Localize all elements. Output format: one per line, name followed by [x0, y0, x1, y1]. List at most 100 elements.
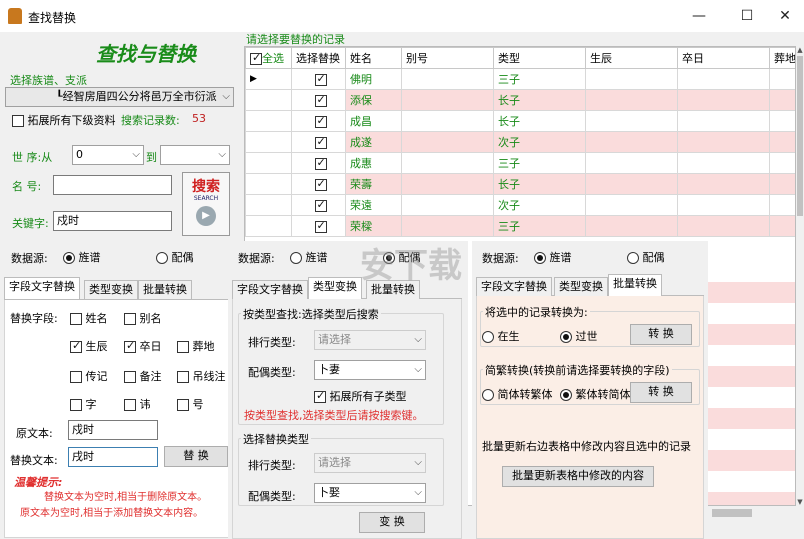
col-header[interactable]: 葬地	[769, 47, 795, 69]
alias-cell[interactable]	[401, 215, 494, 237]
field-hao-checkbox[interactable]: 号	[177, 396, 204, 412]
tab-type-convert[interactable]: 类型变换	[308, 277, 362, 299]
replace-text-input[interactable]: 戌时	[68, 447, 158, 467]
field-note-checkbox[interactable]: 备注	[124, 368, 162, 384]
name-cell[interactable]: 成昌	[345, 110, 402, 132]
select-cell[interactable]	[291, 131, 346, 153]
death-cell[interactable]	[677, 68, 770, 90]
horizontal-scrollbar[interactable]	[708, 506, 804, 520]
radio-dot[interactable]	[482, 331, 494, 343]
select-all-checkbox[interactable]	[250, 51, 262, 65]
type-cell[interactable]: 长子	[493, 89, 586, 111]
radio-dot[interactable]	[627, 252, 639, 264]
row-checkbox[interactable]	[314, 72, 327, 86]
replace-button[interactable]: 替 换	[164, 446, 228, 467]
death-cell[interactable]	[677, 110, 770, 132]
alias-cell[interactable]	[401, 194, 494, 216]
type-cell[interactable]: 三子	[493, 215, 586, 237]
birth-cell[interactable]	[585, 173, 678, 195]
checkbox-box[interactable]	[124, 339, 136, 353]
row-checkbox[interactable]	[314, 93, 327, 107]
burial-cell[interactable]	[769, 68, 795, 90]
select-cell[interactable]	[291, 215, 346, 237]
birth-cell[interactable]	[585, 215, 678, 237]
name-cell[interactable]: 添保	[345, 89, 402, 111]
col-header[interactable]: 选择替换	[291, 47, 346, 69]
radio-dot[interactable]	[290, 252, 302, 264]
burial-cell[interactable]	[769, 173, 795, 195]
radio-dot[interactable]	[63, 252, 75, 264]
name-cell[interactable]: 成惠	[345, 152, 402, 174]
rank-type-select[interactable]: 请选择 ⌵	[314, 330, 426, 350]
convert-simp-trad-button[interactable]: 转 换	[630, 382, 692, 403]
checkbox-box[interactable]	[124, 399, 136, 411]
select-cell[interactable]	[291, 89, 346, 111]
col-header[interactable]: 姓名	[345, 47, 402, 69]
type-cell[interactable]: 次子	[493, 194, 586, 216]
col-header[interactable]: 类型	[493, 47, 586, 69]
radio-dot[interactable]	[560, 389, 572, 401]
passed-radio[interactable]: 过世	[560, 328, 598, 344]
type-cell[interactable]: 三子	[493, 152, 586, 174]
death-cell[interactable]	[677, 152, 770, 174]
alias-cell[interactable]	[401, 152, 494, 174]
birth-cell[interactable]	[585, 131, 678, 153]
table-row[interactable]: 添保 长子	[245, 89, 795, 111]
name-cell[interactable]: 荣壽	[345, 173, 402, 195]
checkbox-box[interactable]	[177, 341, 189, 353]
radio-dot[interactable]	[482, 389, 494, 401]
radio-dot[interactable]	[534, 252, 546, 264]
death-cell[interactable]	[677, 131, 770, 153]
death-cell[interactable]	[677, 173, 770, 195]
convert-type-button[interactable]: 变 换	[359, 512, 425, 533]
select-cell[interactable]	[291, 194, 346, 216]
checkbox-box[interactable]	[70, 313, 82, 325]
death-cell[interactable]	[677, 194, 770, 216]
h-scroll-thumb[interactable]	[712, 509, 752, 517]
name-cell[interactable]: 荣樑	[345, 215, 402, 237]
scroll-down-icon[interactable]: ▼	[796, 498, 804, 506]
select-cell[interactable]	[291, 173, 346, 195]
alias-cell[interactable]	[401, 173, 494, 195]
field-zi-checkbox[interactable]: 字	[70, 396, 97, 412]
row-checkbox[interactable]	[314, 156, 327, 170]
clan-select[interactable]: ┖经智房眉四公分将邑万全市衍派 ⌵	[5, 87, 234, 107]
table-row[interactable]: 成昌 长子	[245, 110, 795, 132]
row-checkbox[interactable]	[314, 198, 327, 212]
simp-to-trad-radio[interactable]: 简体转繁体	[482, 386, 553, 402]
col-header[interactable]: 别号	[401, 47, 494, 69]
rank-type-select-2[interactable]: 请选择 ⌵	[314, 453, 426, 473]
birth-cell[interactable]	[585, 152, 678, 174]
tab-batch-convert[interactable]: 批量转换	[608, 274, 662, 296]
checkbox-box[interactable]	[314, 389, 326, 403]
birth-cell[interactable]	[585, 110, 678, 132]
field-alias-checkbox[interactable]: 别名	[124, 310, 162, 326]
original-text-input[interactable]: 戍时	[68, 420, 158, 440]
tab-batch-convert[interactable]: 批量转换	[138, 280, 192, 299]
type-cell[interactable]: 次子	[493, 131, 586, 153]
field-hui-checkbox[interactable]: 讳	[124, 396, 151, 412]
table-row[interactable]: 荣遠 次子	[245, 194, 795, 216]
checkbox-box[interactable]	[70, 399, 82, 411]
radio-dot[interactable]	[156, 252, 168, 264]
alias-cell[interactable]	[401, 68, 494, 90]
checkbox-box[interactable]	[12, 115, 24, 127]
checkbox-box[interactable]	[124, 371, 136, 383]
select-all-header[interactable]: 全选	[245, 47, 292, 69]
table-row[interactable]: 荣壽 长子	[245, 173, 795, 195]
scroll-up-icon[interactable]: ▲	[796, 46, 804, 54]
birth-cell[interactable]	[585, 194, 678, 216]
table-row[interactable]: ▶ 佛明 三子	[245, 68, 795, 90]
col-header[interactable]: 卒日	[677, 47, 770, 69]
radio-dot[interactable]	[560, 331, 572, 343]
source-genealogy-radio[interactable]: 旌谱	[63, 249, 101, 265]
checkbox-box[interactable]	[70, 339, 82, 353]
alias-cell[interactable]	[401, 89, 494, 111]
tab-text-replace[interactable]: 字段文字替换	[476, 277, 552, 296]
checkbox-box[interactable]	[177, 399, 189, 411]
death-cell[interactable]	[677, 89, 770, 111]
spouse-type-select-2[interactable]: 卜娶 ⌵	[314, 483, 426, 503]
row-checkbox[interactable]	[314, 219, 327, 233]
type-cell[interactable]: 长子	[493, 173, 586, 195]
select-cell[interactable]	[291, 110, 346, 132]
